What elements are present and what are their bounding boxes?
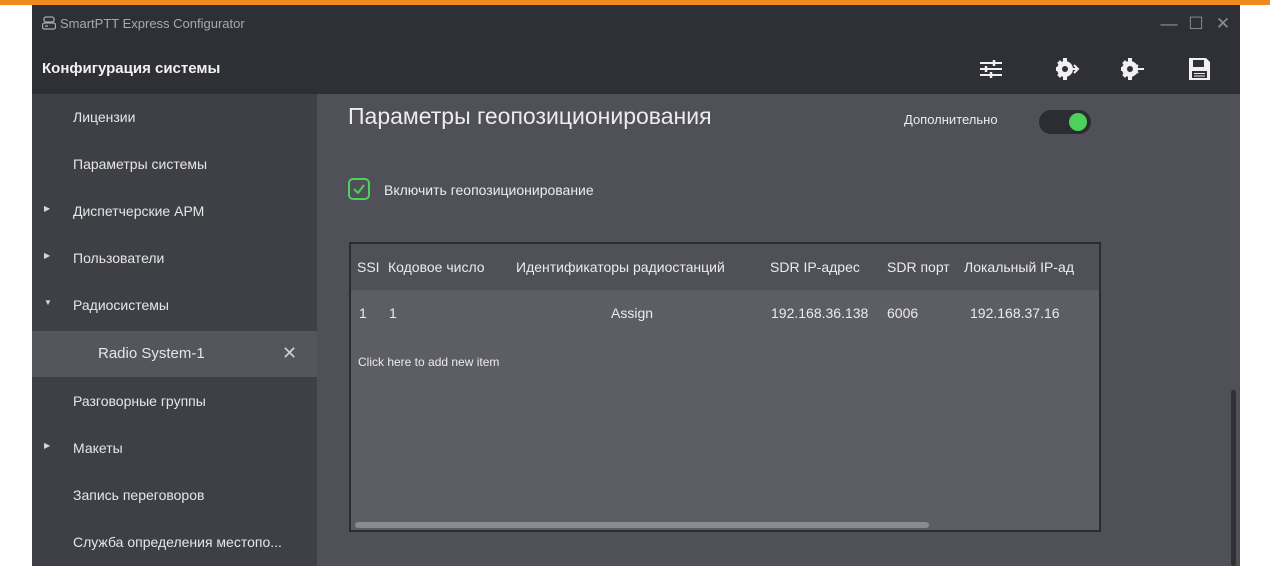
checkmark-icon [353, 184, 365, 195]
vertical-scrollbar[interactable] [1231, 390, 1236, 566]
sidebar-item-radio-systems[interactable]: ▼ Радиосистемы [32, 282, 317, 328]
toggle-knob [1069, 113, 1087, 131]
expand-arrow-icon[interactable]: ▶ [44, 204, 54, 216]
sidebar-item-dispatch-consoles[interactable]: ▶ Диспетчерские АРМ [32, 188, 317, 234]
sidebar-item-location-service[interactable]: Служба определения местопо... [32, 519, 317, 565]
expand-arrow-icon[interactable]: ▶ [44, 441, 54, 453]
collapse-arrow-icon[interactable]: ▼ [44, 298, 54, 310]
sidebar-item-label: Радиосистемы [73, 297, 169, 313]
sidebar-nav: Лицензии Параметры системы ▶ Диспетчерск… [32, 94, 317, 566]
save-button[interactable] [1185, 55, 1213, 83]
import-config-button[interactable] [1054, 55, 1082, 83]
cell-sdr-port[interactable]: 6006 [887, 305, 918, 321]
sidebar-item-voice-recording[interactable]: Запись переговоров [32, 472, 317, 518]
column-header-sdr-ip[interactable]: SDR IP-адрес [770, 259, 860, 275]
sidebar-item-talkgroups[interactable]: Разговорные группы [32, 378, 317, 424]
cell-sdr-ip[interactable]: 192.168.36.138 [771, 305, 868, 321]
sidebar-item-label: Разговорные группы [73, 393, 206, 409]
expand-arrow-icon[interactable]: ▶ [44, 251, 54, 263]
cell-code[interactable]: 1 [389, 305, 397, 321]
sidebar-item-label: Диспетчерские АРМ [73, 203, 205, 219]
enable-geopositioning-label[interactable]: Включить геопозиционирование [384, 182, 594, 198]
sidebar-item-label: Служба определения местопо... [73, 534, 282, 550]
cell-ssi[interactable]: 1 [359, 305, 367, 321]
sidebar-item-licenses[interactable]: Лицензии [32, 94, 317, 140]
app-window: SmartPTT Express Configurator — ☐ ✕ Конф… [32, 5, 1240, 566]
cell-local-ip[interactable]: 192.168.37.16 [970, 305, 1060, 321]
sidebar-item-label: Запись переговоров [73, 487, 205, 503]
page-title: Параметры геопозиционирования [348, 103, 712, 129]
sidebar-item-label: Макеты [73, 440, 123, 456]
header-title: Конфигурация системы [42, 60, 221, 77]
sidebar-item-users[interactable]: ▶ Пользователи [32, 235, 317, 281]
export-icon [1121, 58, 1144, 80]
advanced-label: Дополнительно [904, 112, 998, 127]
title-bar: SmartPTT Express Configurator — ☐ ✕ [32, 5, 1240, 43]
column-header-ssi[interactable]: SSI [357, 259, 380, 275]
settings-sliders-icon [980, 60, 1002, 78]
advanced-toggle[interactable] [1039, 110, 1091, 134]
app-icon [42, 16, 56, 30]
enable-geopositioning-checkbox[interactable] [348, 178, 370, 200]
maximize-button[interactable]: ☐ [1185, 13, 1207, 35]
remove-item-icon[interactable]: ✕ [282, 343, 297, 364]
column-header-code[interactable]: Кодовое число [388, 259, 485, 275]
sidebar-item-label: Лицензии [73, 109, 136, 125]
sidebar-item-label: Radio System-1 [98, 345, 205, 362]
export-config-button[interactable] [1119, 55, 1147, 83]
sidebar-item-label: Параметры системы [73, 156, 208, 172]
sidebar-item-radio-system-1[interactable]: Radio System-1 ✕ [32, 331, 317, 377]
sidebar-item-layouts[interactable]: ▶ Макеты [32, 425, 317, 471]
window-title: SmartPTT Express Configurator [60, 16, 245, 31]
grid-header: SSI Кодовое число Идентификаторы радиост… [351, 244, 1099, 290]
sidebar-item-system-params[interactable]: Параметры системы [32, 141, 317, 187]
assign-link[interactable]: Assign [611, 305, 653, 321]
radio-systems-grid: SSI Кодовое число Идентификаторы радиост… [349, 242, 1101, 532]
sidebar-item-label: Пользователи [73, 250, 165, 266]
horizontal-scrollbar[interactable] [355, 522, 929, 528]
close-window-button[interactable]: ✕ [1212, 13, 1234, 35]
column-header-local-ip[interactable]: Локальный IP-ад [964, 259, 1074, 275]
minimize-button[interactable]: — [1158, 13, 1180, 35]
add-new-item-link[interactable]: Click here to add new item [358, 355, 499, 369]
table-row[interactable]: 1 1 Assign 192.168.36.138 6006 192.168.3… [351, 290, 1099, 334]
settings-sliders-button[interactable] [977, 55, 1005, 83]
save-icon [1189, 58, 1210, 80]
column-header-radio-ids[interactable]: Идентификаторы радиостанций [516, 259, 725, 275]
main-content: Параметры геопозиционирования Дополнител… [317, 94, 1240, 566]
column-header-sdr-port[interactable]: SDR порт [887, 259, 950, 275]
import-icon [1056, 58, 1080, 80]
page-header: Конфигурация системы [32, 43, 1240, 94]
